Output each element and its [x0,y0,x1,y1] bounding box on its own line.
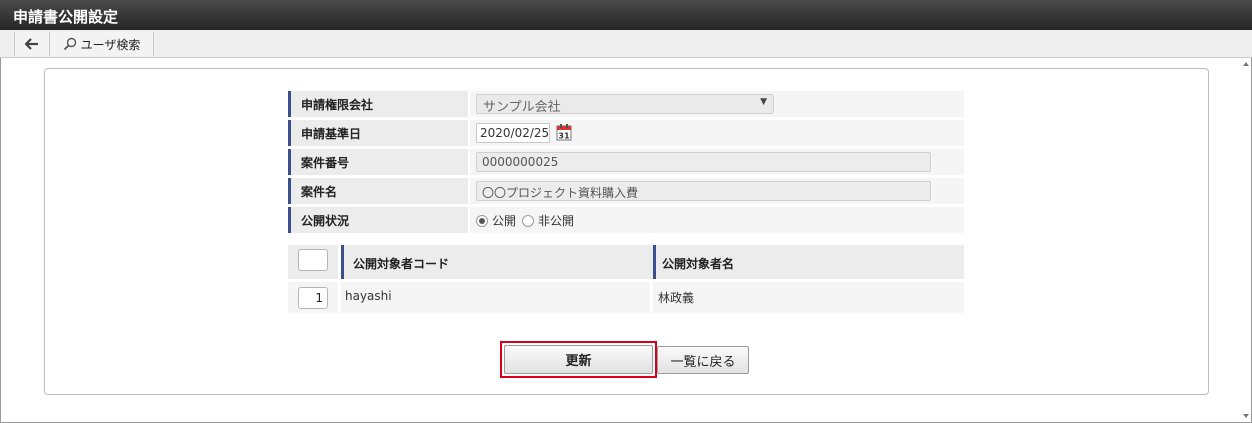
svg-text:31: 31 [558,132,570,141]
company-select[interactable]: サンプル会社 ▼ [476,94,774,115]
publish-status-radio-group: 公開 非公開 [476,212,580,229]
update-button[interactable]: 更新 [504,345,653,374]
case-name-field: 〇〇プロジェクト資料購入費 [476,181,931,201]
case-name-row: 案件名 〇〇プロジェクト資料購入費 [288,178,964,204]
back-to-list-button[interactable]: 一覧に戻る [657,346,749,374]
case-name-label: 案件名 [288,178,468,204]
column-header-name: 公開対象者名 [653,245,964,279]
row-number-button[interactable]: 1 [298,287,328,309]
vertical-scrollbar[interactable] [1242,60,1250,420]
publish-status-row: 公開状況 公開 非公開 [288,207,964,233]
base-date-input[interactable]: 2020/02/25 [476,123,550,143]
publish-status-label: 公開状況 [288,207,468,233]
company-value-cell: サンプル会社 ▼ [470,91,964,117]
radio-public-label[interactable]: 公開 [492,212,516,229]
back-button[interactable] [14,32,50,56]
magnifier-icon [63,37,76,51]
case-number-value-cell: 0000000025 [470,149,964,175]
radio-public[interactable] [476,214,488,227]
base-date-label: 申請基準日 [288,120,468,146]
base-date-value-cell: 2020/02/25 31 [470,120,964,146]
toolbar: ユーザ検索 [0,30,1252,58]
radio-private[interactable] [522,214,535,227]
case-name-value-cell: 〇〇プロジェクト資料購入費 [470,178,964,204]
arrow-left-icon [25,38,38,50]
window-title: 申請書公開設定 [0,0,1252,30]
cell-user-name: 林政義 [658,291,695,305]
table-header: 公開対象者コード 公開対象者名 [288,245,964,279]
user-search-button[interactable]: ユーザ検索 [50,32,154,56]
column-header-code: 公開対象者コード [341,245,651,279]
cell-user-code: hayashi [345,289,392,303]
company-row: 申請権限会社 サンプル会社 ▼ [288,91,964,117]
calendar-icon[interactable]: 31 [556,123,572,141]
company-label: 申請権限会社 [288,91,468,117]
chevron-down-icon: ▼ [760,97,767,107]
case-number-label: 案件番号 [288,149,468,175]
table-row: 1 hayashi 林政義 [288,282,964,313]
base-date-row: 申請基準日 2020/02/25 31 [288,120,964,146]
case-number-row: 案件番号 0000000025 [288,149,964,175]
case-number-field: 0000000025 [476,152,931,172]
company-select-value: サンプル会社 [483,100,561,115]
publish-status-value-cell: 公開 非公開 [470,207,964,233]
select-all-checkbox[interactable] [298,249,328,271]
radio-private-label[interactable]: 非公開 [538,212,574,229]
user-search-label: ユーザ検索 [80,37,141,52]
